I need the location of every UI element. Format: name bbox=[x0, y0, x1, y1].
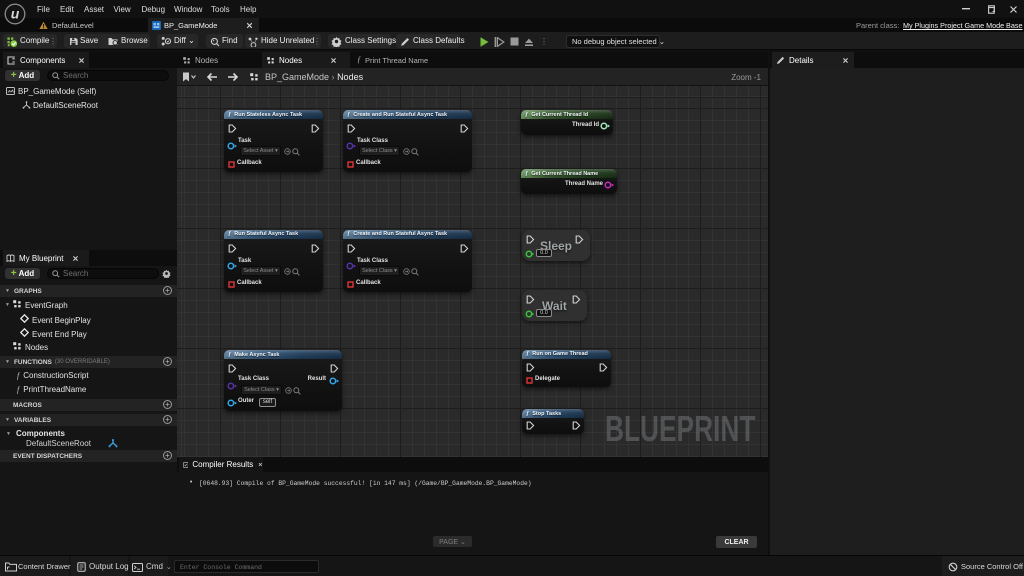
svg-text:u: u bbox=[11, 6, 20, 22]
